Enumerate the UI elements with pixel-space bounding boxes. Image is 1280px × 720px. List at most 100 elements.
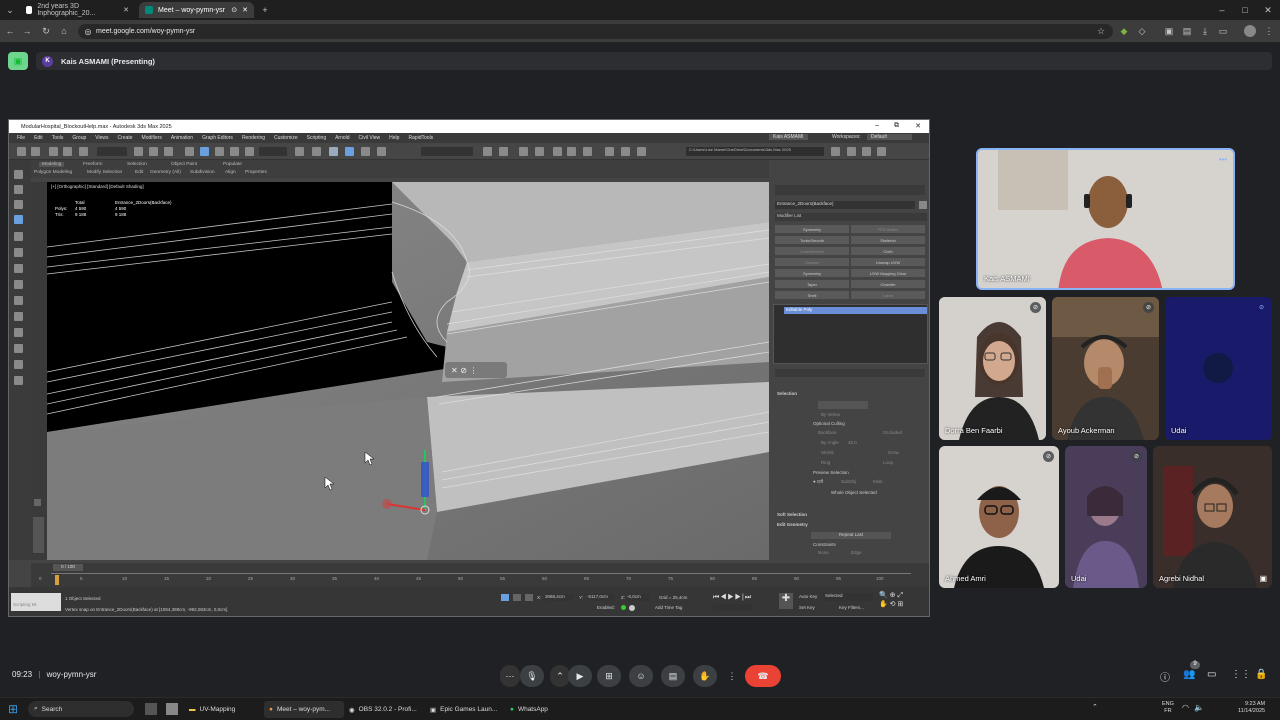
shrink-button[interactable]: Shrink	[821, 450, 834, 455]
playback-controls[interactable]: ⏮◀▶▶|⏭	[713, 594, 763, 602]
ribbon-align[interactable]: Align	[225, 170, 236, 175]
close-icon[interactable]: ✕	[915, 122, 921, 130]
participant-tile[interactable]: ⊘ Udai	[1165, 297, 1272, 440]
time-slider-handle[interactable]	[55, 575, 59, 585]
widgets-icon[interactable]	[166, 703, 178, 715]
menu-scripting[interactable]: Scripting	[307, 135, 326, 141]
reference-coord-dropdown[interactable]	[259, 147, 287, 156]
translate-icon[interactable]: ▤	[1181, 25, 1193, 37]
named-selection-sets[interactable]	[421, 147, 473, 156]
participant-tile[interactable]: ⊘ Udai	[1065, 446, 1147, 588]
download-icon[interactable]: ⤓	[1199, 25, 1211, 37]
modifier-stack[interactable]: Editable Poly	[773, 304, 928, 364]
set-project-icon[interactable]	[877, 147, 886, 156]
constraint-edge-radio[interactable]: Edge	[851, 550, 862, 555]
mod-button[interactable]: Skeleton	[851, 236, 925, 244]
forward-icon[interactable]: →	[21, 25, 33, 37]
project-path-field[interactable]: C:\Users\Lise Mame\OneDrive\Documents\3d…	[686, 147, 824, 156]
angle-spinner[interactable]: 45.0	[848, 440, 857, 445]
preview-subobj-radio[interactable]: SubObj	[841, 479, 856, 484]
menu-file[interactable]: File	[17, 135, 25, 141]
command-panel-tabs[interactable]	[775, 185, 925, 195]
folder-icon[interactable]	[847, 147, 856, 156]
spinner-snap-icon[interactable]	[377, 147, 386, 156]
minimize-icon[interactable]: –	[875, 122, 879, 129]
material-editor-icon[interactable]	[583, 147, 592, 156]
rect-select-icon[interactable]	[164, 147, 173, 156]
time-slider[interactable]: 0 / 100	[53, 564, 83, 571]
screen-share-icon[interactable]: ▣	[1259, 574, 1267, 583]
mod-button[interactable]: Unwrap UVW	[851, 258, 925, 266]
occluded-checkbox[interactable]: Occluded	[883, 430, 902, 435]
menu-civil-view[interactable]: Civil View	[359, 135, 381, 141]
hierarchy-icon[interactable]	[14, 200, 23, 209]
scene-explorer-icon[interactable]	[14, 264, 23, 273]
set-key-button[interactable]: Set Key	[799, 605, 815, 610]
by-angle-checkbox[interactable]: By Angle	[821, 440, 839, 445]
task-view-icon[interactable]	[145, 703, 157, 715]
ribbon-tab-selection[interactable]: Selection	[127, 162, 147, 167]
edit-geometry-rollout[interactable]: Edit Geometry	[777, 522, 808, 527]
unlink-icon[interactable]	[63, 147, 72, 156]
ribbon-tab-object-paint[interactable]: Object Paint	[171, 162, 197, 167]
mod-button[interactable]: Lathe	[851, 291, 925, 299]
activities-icon[interactable]: ⋮⋮	[1231, 669, 1251, 680]
volume-icon[interactable]: 🔈	[1194, 703, 1204, 712]
cast-icon[interactable]: ▭	[1217, 25, 1229, 37]
curve-editor-icon[interactable]	[553, 147, 562, 156]
mod-button[interactable]: FFD Select	[851, 225, 925, 233]
ribbon-properties[interactable]: Properties	[245, 170, 267, 175]
toggle-ribbon-icon[interactable]	[535, 147, 544, 156]
folder-open-icon[interactable]	[862, 147, 871, 156]
microphone-icon[interactable]: 🎙	[520, 665, 544, 687]
render-icon[interactable]	[637, 147, 646, 156]
taskbar-app[interactable]: ▣ Epic Games Laun...	[425, 701, 505, 718]
taskbar-clock[interactable]: 9:23 AM 11/14/2025	[1238, 701, 1265, 715]
more-audio-options-icon[interactable]: ⋯	[500, 665, 520, 687]
project-icon[interactable]	[831, 147, 840, 156]
coord-x-field[interactable]: 3068,4cm	[545, 594, 573, 601]
chrome-menu-icon[interactable]: ⋮	[1263, 25, 1275, 37]
ribbon-geometry-all[interactable]: Geometry (All)	[150, 170, 181, 175]
chat-icon[interactable]: ▭	[1207, 669, 1216, 680]
space-warp-icon[interactable]	[14, 328, 23, 337]
scale-icon[interactable]	[230, 147, 239, 156]
layer-explorer-icon[interactable]	[519, 147, 528, 156]
ribbon-tab-populate[interactable]: Populate	[223, 162, 242, 167]
participant-tile[interactable]: Agrebi Nidhal ▣	[1153, 446, 1272, 588]
object-name-field[interactable]: Entrance_2Doors(Backface)	[775, 201, 915, 209]
grow-button[interactable]: Grow	[888, 450, 899, 455]
meeting-details-icon[interactable]: ⓘ	[1160, 669, 1170, 684]
undo-icon[interactable]	[17, 147, 26, 156]
isolate-icon[interactable]	[501, 594, 509, 601]
repeat-last-button[interactable]: Repeat Last	[811, 532, 891, 539]
menu-arnold[interactable]: Arnold	[335, 135, 349, 141]
host-controls-icon[interactable]: 🔒	[1255, 669, 1267, 680]
menu-views[interactable]: Views	[95, 135, 108, 141]
redo-icon[interactable]	[31, 147, 40, 156]
tab-search-icon[interactable]: ⌄	[4, 4, 16, 16]
group-icon[interactable]	[14, 360, 23, 369]
move-icon[interactable]	[185, 147, 194, 156]
subobject-level-buttons[interactable]	[818, 401, 868, 409]
taskbar-app[interactable]: ● Meet – woy-pym...	[264, 701, 344, 718]
systems-icon[interactable]	[14, 344, 23, 353]
more-options-icon[interactable]: •••	[1219, 155, 1227, 164]
minimize-icon[interactable]: –	[1216, 4, 1228, 16]
coord-y-field[interactable]: -5117,0cm	[587, 594, 615, 601]
stack-controls[interactable]	[775, 369, 925, 377]
link-icon[interactable]	[49, 147, 58, 156]
taskbar-search[interactable]: ⌕ Search	[28, 701, 134, 717]
modify-icon[interactable]	[14, 185, 23, 194]
lock-selection-icon[interactable]	[513, 594, 521, 601]
loop-button[interactable]: Loop	[883, 460, 893, 465]
pivot-icon[interactable]	[295, 147, 304, 156]
motion-icon[interactable]	[14, 215, 23, 224]
stack-item-editable-poly[interactable]: Editable Poly	[784, 307, 927, 314]
percent-snap-icon[interactable]	[361, 147, 370, 156]
select-by-name-icon[interactable]	[149, 147, 158, 156]
angle-snap-icon[interactable]	[345, 147, 354, 156]
viewport[interactable]: ✕ ⊘ ⋮ [+] [Orthographic] [Standard] [Def…	[47, 182, 769, 560]
taskbar-app[interactable]: ◉ OBS 32.0.2 - Profi...	[344, 701, 424, 718]
mod-button[interactable]: Taper	[775, 280, 849, 288]
